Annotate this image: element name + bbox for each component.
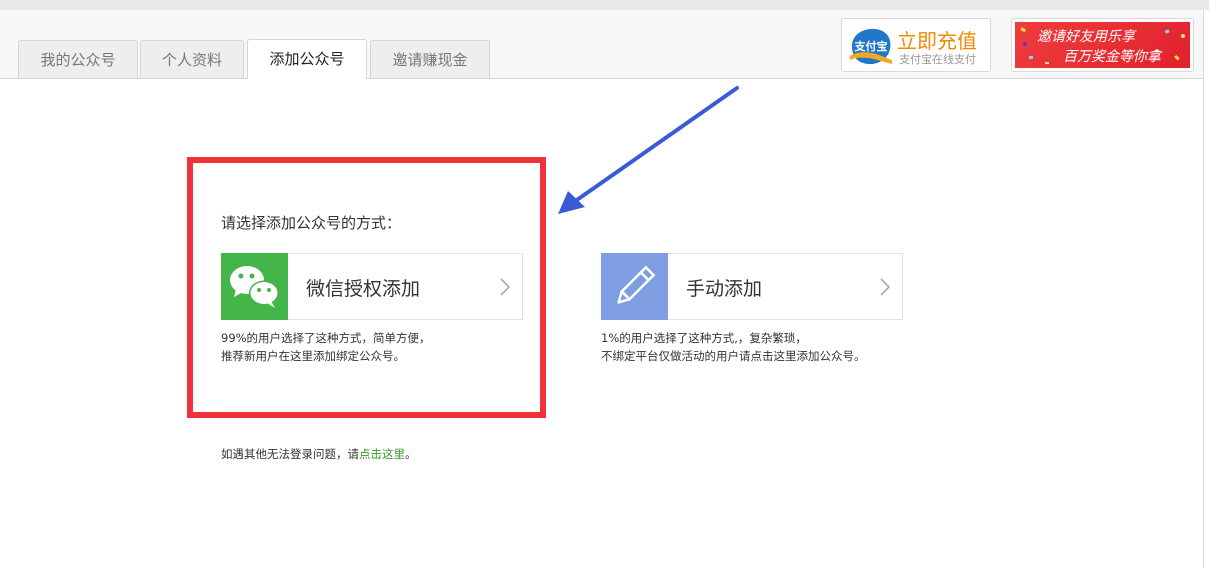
wechat-auth-add-button[interactable]: 微信授权添加 [221,253,523,320]
wechat-auth-add-label: 微信授权添加 [306,278,421,300]
wechat-auth-desc-line2: 推荐新用户在这里添加绑定公众号。 [221,349,405,363]
chevron-right-icon [880,278,891,296]
help-prefix: 如遇其他无法登录问题，请 [221,447,359,461]
manual-add-desc-line1: 1%的用户选择了这种方式,，复杂繁琐， [601,331,807,345]
help-suffix: 。 [405,447,417,461]
wechat-auth-desc-line1: 99%的用户选择了这种方式，简单方便， [221,331,431,345]
manual-add-label: 手动添加 [686,278,763,300]
help-click-here-link[interactable]: 点击这里 [359,447,405,461]
section-prompt: 请选择添加公众号的方式： [221,214,402,232]
manual-add-description: 1%的用户选择了这种方式,，复杂繁琐， 不绑定平台仅做活动的用户请点击这里添加公… [601,329,866,365]
help-text: 如遇其他无法登录问题，请点击这里。 [221,446,417,462]
manual-add-button[interactable]: 手动添加 [601,253,903,320]
manual-add-desc-line2: 不绑定平台仅做活动的用户请点击这里添加公众号。 [601,349,866,363]
chevron-right-icon [500,278,511,296]
wechat-auth-description: 99%的用户选择了这种方式，简单方便， 推荐新用户在这里添加绑定公众号。 [221,329,431,365]
tab-add-account[interactable]: 添加公众号 [247,39,367,79]
wechat-icon [221,253,288,320]
pencil-icon [601,253,668,320]
